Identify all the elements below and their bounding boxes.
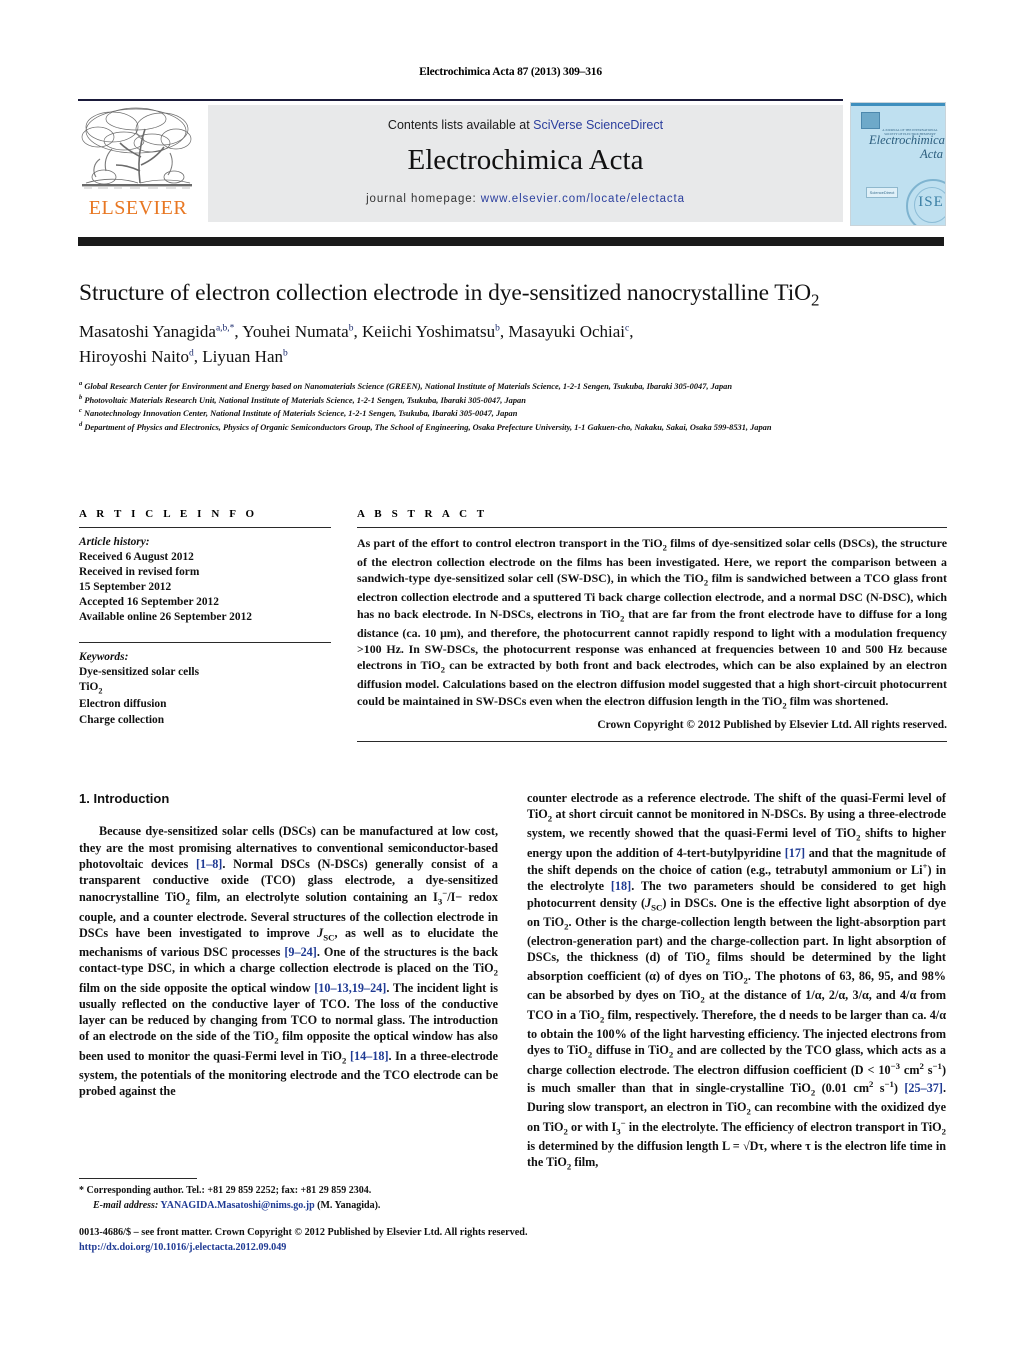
author-affiliation-marker: c <box>625 323 630 334</box>
citation-reference[interactable]: [1–8] <box>196 857 222 871</box>
masthead-black-bar <box>78 237 944 246</box>
affiliation-marker: a <box>79 380 83 387</box>
article-history-item: Available online 26 September 2012 <box>79 611 252 624</box>
keyword-item: Dye-sensitized solar cells <box>79 666 200 679</box>
doi-link[interactable]: http://dx.doi.org/10.1016/j.electacta.20… <box>79 1242 286 1253</box>
article-history-items: Received 6 August 2012 Received in revise… <box>79 550 331 625</box>
page-footer: 0013-4686/$ – see front matter. Crown Co… <box>79 1225 779 1256</box>
article-history-item: Received in revised form <box>79 566 200 579</box>
author-name: Youhei Numata <box>242 322 349 341</box>
intro-paragraph-left: Because dye-sensitized solar cells (DSCs… <box>79 824 499 1098</box>
author-affiliation-marker: b <box>348 323 354 334</box>
elsevier-logo: ELSEVIER <box>78 105 202 225</box>
corresponding-author-line: * Corresponding author. Tel.: +81 29 859… <box>79 1185 372 1196</box>
contents-lists-line: Contents lists available at SciVerse Sci… <box>208 118 843 132</box>
sciencedirect-link[interactable]: SciVerse ScienceDirect <box>533 118 663 132</box>
email-suffix: (M. Yanagida). <box>317 1199 381 1211</box>
cover-elsevier-mark-icon <box>861 112 880 129</box>
contents-prefix: Contents lists available at <box>387 118 534 132</box>
email-line: E-mail address: YANAGIDA.Masatoshi@nims.… <box>79 1199 498 1214</box>
abstract-text: As part of the effort to control electro… <box>357 536 947 710</box>
cover-top-rule <box>851 103 945 106</box>
keywords-rule <box>79 642 331 644</box>
cover-sciencedirect-badge: ScienceDirect <box>866 187 898 198</box>
author-name: Liyuan Han <box>202 346 284 366</box>
issn-front-matter-line: 0013-4686/$ – see front matter. Crown Co… <box>79 1227 528 1238</box>
homepage-prefix: journal homepage: <box>366 193 481 205</box>
keyword-item: TiO2 <box>79 681 103 696</box>
journal-masthead: ELSEVIER Contents lists available at Sci… <box>78 99 946 226</box>
email-label: E-mail address: <box>93 1199 159 1211</box>
author-list: Masatoshi Yanagidaa,b,*, Youhei Numatab,… <box>79 320 949 369</box>
affiliation-item: c Nanotechnology Innovation Center, Nati… <box>79 407 518 419</box>
affiliation-marker: d <box>79 421 83 429</box>
body-column-left: 1. Introduction Because dye-sensitized s… <box>79 790 498 1099</box>
section-heading-introduction: 1. Introduction <box>79 791 170 806</box>
author-name: Masayuki Ochiai <box>508 322 626 341</box>
abstract-bottom-rule <box>357 740 947 742</box>
article-history-label: Article history: <box>79 536 150 548</box>
cover-journal-title: Electrochimica Acta <box>869 133 945 161</box>
affiliation-list: a Global Research Center for Environment… <box>79 379 949 434</box>
article-info-rule <box>79 527 331 528</box>
author-name: Keiichi Yoshimatsu <box>361 322 496 341</box>
citation-reference[interactable]: [10–13,19–24] <box>314 981 386 995</box>
author-affiliation-marker: a,b,* <box>215 323 235 334</box>
article-info-column: A R T I C L E I N F O Article history: R… <box>79 508 331 728</box>
cover-title-line-1: Electrochimica <box>869 133 945 147</box>
body-column-right: counter electrode as a reference electro… <box>527 790 946 1174</box>
abstract-rule <box>357 527 947 528</box>
article-info-heading: A R T I C L E I N F O <box>79 508 258 520</box>
citation-reference[interactable]: [9–24] <box>284 945 317 959</box>
affiliation-marker: b <box>79 393 83 401</box>
title-subscript: 2 <box>811 290 820 310</box>
affiliation-marker: c <box>79 407 82 415</box>
article-history-item: Received 6 August 2012 <box>79 551 194 564</box>
article-history-block: Article history: Received 6 August 2012 R… <box>79 535 331 625</box>
abstract-copyright: Crown Copyright © 2012 Published by Else… <box>597 718 947 731</box>
citation-reference[interactable]: [18] <box>611 879 631 893</box>
title-text: Structure of electron collection electro… <box>79 280 812 306</box>
elsevier-tree-icon <box>81 107 192 189</box>
masthead-top-rule <box>78 99 843 101</box>
ise-seal-icon: ISE <box>906 179 945 225</box>
citation-reference[interactable]: [25–37] <box>904 1081 943 1095</box>
keyword-item: Charge collection <box>79 713 165 726</box>
journal-title: Electrochimica Acta <box>407 144 644 176</box>
abstract-heading: A B S T R A C T <box>357 508 488 520</box>
author-line-1: Masatoshi Yanagidaa,b,*, Youhei Numatab,… <box>79 322 634 341</box>
article-history-item: Accepted 16 September 2012 <box>79 596 219 609</box>
journal-cover-thumbnail[interactable]: A JOURNAL OF THE INTERNATIONAL SOCIETY O… <box>850 102 946 226</box>
affiliation-item: b Photovoltaic Materials Research Unit, … <box>79 393 526 405</box>
cover-title-line-2: Acta <box>920 146 943 161</box>
author-name: Hiroyoshi Naito <box>79 346 190 366</box>
corresponding-author-footnote: * Corresponding author. Tel.: +81 29 859… <box>79 1178 498 1213</box>
running-head: Electrochimica Acta 87 (2013) 309–316 <box>419 66 602 78</box>
intro-paragraph-right: counter electrode as a reference electro… <box>527 791 947 1172</box>
author-affiliation-marker: b <box>495 323 500 334</box>
article-page: Electrochimica Acta 87 (2013) 309–316 EL… <box>0 0 1021 1351</box>
email-link[interactable]: YANAGIDA.Masatoshi@nims.go.jp <box>160 1200 314 1211</box>
affiliation-item: a Global Research Center for Environment… <box>79 380 732 391</box>
author-affiliation-marker: b <box>283 347 288 358</box>
author-affiliation-marker: d <box>189 347 194 358</box>
keyword-item: Electron diffusion <box>79 698 167 711</box>
journal-homepage-line: journal homepage: www.elsevier.com/locat… <box>208 193 843 205</box>
citation-reference[interactable]: [17] <box>785 846 805 860</box>
elsevier-wordmark: ELSEVIER <box>88 197 188 219</box>
keyword-items: Dye-sensitized solar cells TiO2 Electron d… <box>79 665 331 727</box>
author-line-2: Hiroyoshi Naitod, Liyuan Hanb <box>79 346 288 366</box>
contents-panel: Contents lists available at SciVerse Sci… <box>208 105 843 222</box>
citation-reference[interactable]: [14–18] <box>350 1049 389 1063</box>
affiliation-item: d Department of Physics and Electronics,… <box>79 421 772 432</box>
abstract-column: A B S T R A C T As part of the effort to… <box>357 508 947 750</box>
journal-homepage-link[interactable]: www.elsevier.com/locate/electacta <box>481 193 685 205</box>
keywords-block: Keywords: Dye-sensitized solar cells TiO2… <box>79 650 331 727</box>
page-title: Structure of electron collection electro… <box>79 280 949 311</box>
footnote-rule <box>79 1178 197 1179</box>
keywords-label: Keywords: <box>79 651 129 664</box>
author-name: Masatoshi Yanagida <box>79 322 216 341</box>
ise-seal-label: ISE <box>918 194 944 210</box>
article-history-item: 15 September 2012 <box>79 581 172 594</box>
